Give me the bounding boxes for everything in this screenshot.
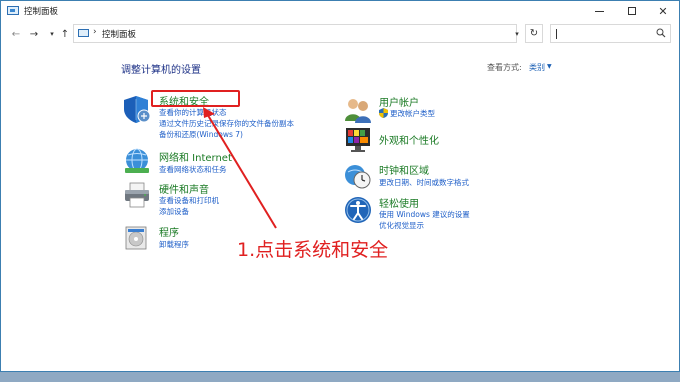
- annotation-text: 1.点击系统和安全: [237, 239, 389, 261]
- navigation-bar: ← → ▾ ↑ › 控制面板 ▾ ↻: [1, 23, 679, 45]
- category-ease-of-access[interactable]: 轻松使用: [379, 195, 419, 210]
- shield-icon[interactable]: [122, 94, 152, 124]
- minimize-icon: [594, 10, 604, 12]
- search-input[interactable]: [550, 24, 671, 43]
- desktop-background: [0, 372, 680, 382]
- link-backup-restore[interactable]: 备份和还原(Windows 7): [159, 129, 243, 140]
- link-change-date-time-format[interactable]: 更改日期、时间或数字格式: [379, 177, 469, 188]
- category-network-internet[interactable]: 网络和 Internet: [159, 149, 232, 164]
- breadcrumb-separator-icon[interactable]: ›: [93, 27, 97, 37]
- highlight-box: [151, 90, 240, 107]
- programs-disk-icon[interactable]: [122, 223, 152, 253]
- category-programs[interactable]: 程序: [159, 224, 179, 239]
- close-button[interactable]: ✕: [647, 1, 679, 21]
- clock-globe-icon[interactable]: [343, 161, 373, 191]
- link-optimize-visual-display[interactable]: 优化视觉显示: [379, 220, 424, 231]
- link-recommended-settings[interactable]: 使用 Windows 建议的设置: [379, 209, 470, 220]
- maximize-icon: [628, 7, 636, 15]
- control-panel-window: 控制面板 ✕ ← → ▾ ↑ › 控制面板 ▾ ↻ 调整计算机的设置 查看方式:…: [0, 0, 680, 372]
- view-by-label: 查看方式:: [487, 63, 522, 72]
- maximize-button[interactable]: [616, 1, 648, 21]
- minimize-button[interactable]: [583, 1, 615, 21]
- link-uninstall-program[interactable]: 卸载程序: [159, 239, 189, 250]
- page-title: 调整计算机的设置: [121, 65, 201, 76]
- control-panel-icon: [7, 6, 19, 15]
- category-hardware-sound[interactable]: 硬件和声音: [159, 181, 209, 196]
- control-panel-icon: [78, 29, 89, 37]
- appearance-monitor-icon[interactable]: [343, 125, 373, 155]
- back-button[interactable]: ←: [9, 26, 23, 42]
- text-caret: [556, 29, 557, 39]
- address-dropdown-button[interactable]: ▾: [510, 26, 524, 42]
- recent-locations-button[interactable]: ▾: [45, 26, 59, 42]
- link-network-status[interactable]: 查看网络状态和任务: [159, 164, 227, 175]
- category-clock-region[interactable]: 时钟和区域: [379, 162, 429, 177]
- printer-icon[interactable]: [122, 180, 152, 210]
- category-user-accounts[interactable]: 用户帐户: [379, 94, 419, 109]
- view-by-dropdown[interactable]: 类别: [529, 62, 545, 73]
- search-icon[interactable]: [656, 28, 666, 38]
- chevron-down-icon[interactable]: ▼: [547, 63, 552, 70]
- network-globe-icon[interactable]: [122, 146, 152, 176]
- forward-button[interactable]: →: [27, 26, 41, 42]
- link-view-computer-status[interactable]: 查看你的计算机状态: [159, 107, 227, 118]
- up-button[interactable]: ↑: [58, 26, 72, 42]
- title-bar[interactable]: 控制面板 ✕: [1, 1, 679, 21]
- link-file-history-backup[interactable]: 通过文件历史记录保存你的文件备份副本: [159, 118, 294, 129]
- link-devices-printers[interactable]: 查看设备和打印机: [159, 195, 219, 206]
- refresh-button[interactable]: ↻: [525, 24, 543, 43]
- ease-of-access-icon[interactable]: [343, 195, 373, 225]
- link-change-account-type[interactable]: 更改帐户类型: [390, 108, 435, 119]
- address-bar[interactable]: › 控制面板: [73, 24, 517, 43]
- window-title: 控制面板: [24, 7, 59, 17]
- breadcrumb-control-panel[interactable]: 控制面板: [102, 28, 136, 40]
- category-appearance[interactable]: 外观和个性化: [379, 132, 439, 147]
- uac-shield-icon: [379, 108, 388, 118]
- link-add-device[interactable]: 添加设备: [159, 206, 189, 217]
- users-icon[interactable]: [343, 95, 373, 125]
